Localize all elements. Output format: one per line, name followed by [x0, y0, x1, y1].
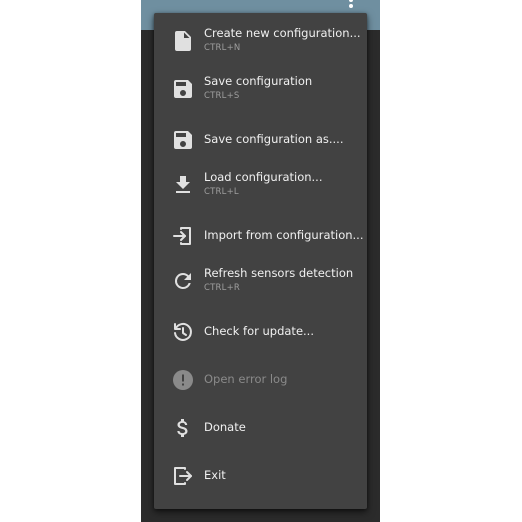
more-options-button[interactable]	[343, 0, 359, 10]
menu-item-label: Exit	[204, 468, 226, 482]
more-options-icon-dot	[349, 4, 353, 8]
menu-item-label: Save configuration as....	[204, 132, 344, 146]
menu-item-label: Refresh sensors detection	[204, 266, 354, 280]
floppy-disk-icon	[171, 128, 195, 152]
menu-item-open-error-log: Open error log	[154, 356, 367, 404]
file-icon	[171, 29, 195, 53]
menu-item-check-for-update[interactable]: Check for update...	[154, 308, 367, 356]
more-options-icon	[349, 0, 353, 2]
menu-item-shortcut: CTRL+R	[204, 283, 240, 293]
menu-item-shortcut: CTRL+L	[204, 187, 239, 197]
screen: Create new configuration... CTRL+N Save …	[0, 0, 522, 522]
update-icon	[171, 320, 195, 344]
menu-item-refresh-sensors-detection[interactable]: Refresh sensors detection CTRL+R	[154, 257, 367, 305]
menu-item-label: Open error log	[204, 372, 288, 386]
menu-item-shortcut: CTRL+N	[204, 43, 241, 53]
menu-item-label: Save configuration	[204, 74, 313, 88]
menu-item-load-configuration[interactable]: Load configuration... CTRL+L	[154, 161, 367, 209]
app-menu: Create new configuration... CTRL+N Save …	[154, 13, 367, 509]
menu-item-shortcut: CTRL+S	[204, 91, 240, 101]
menu-item-label: Import from configuration...	[204, 228, 364, 242]
menu-item-import-from-configuration[interactable]: Import from configuration...	[154, 212, 367, 260]
menu-item-donate[interactable]: Donate	[154, 404, 367, 452]
menu-item-exit[interactable]: Exit	[154, 452, 367, 500]
menu-item-label: Donate	[204, 420, 246, 434]
menu-item-label: Load configuration...	[204, 170, 323, 184]
menu-item-create-new-configuration[interactable]: Create new configuration... CTRL+N	[154, 17, 367, 65]
exit-icon	[171, 464, 195, 488]
download-icon	[171, 173, 195, 197]
menu-item-label: Check for update...	[204, 324, 314, 338]
import-icon	[171, 224, 195, 248]
menu-item-label: Create new configuration...	[204, 26, 361, 40]
floppy-disk-icon	[171, 77, 195, 101]
dollar-icon	[171, 416, 195, 440]
refresh-icon	[171, 269, 195, 293]
menu-item-save-configuration[interactable]: Save configuration CTRL+S	[154, 65, 367, 113]
menu-item-save-configuration-as[interactable]: Save configuration as....	[154, 116, 367, 164]
alert-circle-icon	[171, 368, 195, 392]
